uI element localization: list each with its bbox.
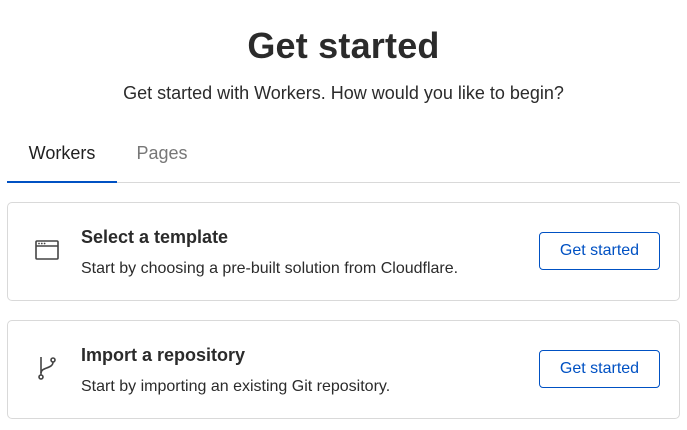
page-title: Get started [247,25,440,66]
tab-bar: Workers Pages [7,132,680,183]
card-description: Start by choosing a pre-built solution f… [81,260,459,277]
select-template-get-started-button[interactable]: Get started [539,232,660,270]
select-template-card: Select a template Start by choosing a pr… [7,202,680,301]
card-title: Select a template [81,227,229,247]
git-branch-icon [34,355,60,381]
page-subtitle: Get started with Workers. How would you … [123,83,564,103]
import-repository-card: Import a repository Start by importing a… [7,320,680,419]
card-title: Import a repository [81,345,246,365]
import-repository-get-started-button[interactable]: Get started [539,350,660,388]
tab-pages[interactable]: Pages [127,132,197,182]
card-description: Start by importing an existing Git repos… [81,378,391,395]
browser-window-icon [34,237,60,263]
tab-workers[interactable]: Workers [7,132,117,183]
